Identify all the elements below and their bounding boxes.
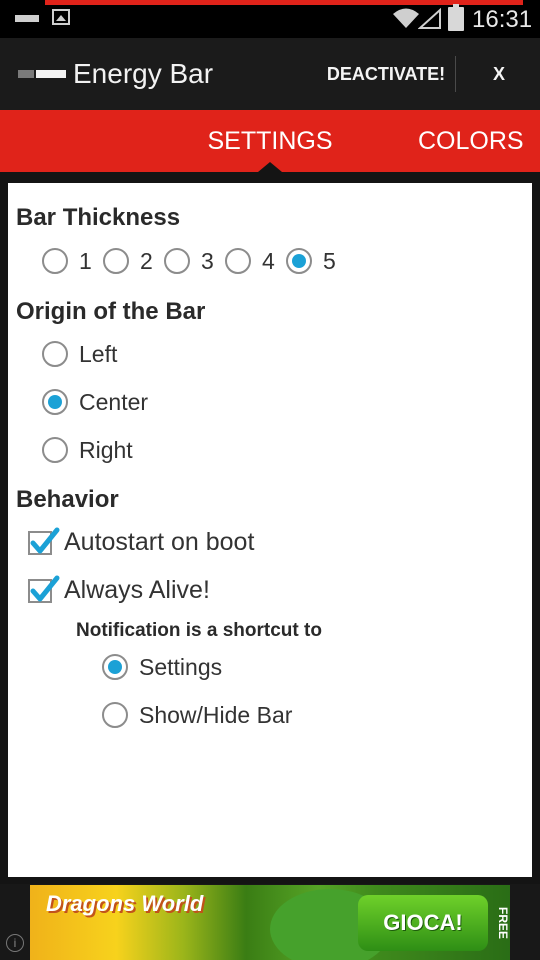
thickness-radio-1[interactable] xyxy=(42,248,68,274)
autostart-label: Autostart on boot xyxy=(64,528,255,556)
ad-info-icon[interactable]: i xyxy=(6,934,24,952)
status-progress-bar xyxy=(45,0,523,5)
settings-panel: Bar Thickness 1 2 3 4 5 Origin of the Ba… xyxy=(8,183,532,877)
checkmark-icon xyxy=(30,527,60,554)
deactivate-button[interactable]: DEACTIVATE! xyxy=(316,38,456,110)
cell-signal-icon xyxy=(418,8,441,29)
ad-free-badge: FREE xyxy=(496,906,510,939)
origin-label-right: Right xyxy=(79,437,133,463)
action-bar: Energy Bar DEACTIVATE! X xyxy=(0,38,540,110)
app-title: Energy Bar xyxy=(73,58,214,89)
origin-radio-right[interactable] xyxy=(42,437,68,463)
origin-label-left: Left xyxy=(79,341,118,367)
status-time: 16:31 xyxy=(472,6,533,33)
notification-shortcut-heading: Notification is a shortcut to xyxy=(76,620,322,641)
origin-radio-center[interactable] xyxy=(42,389,68,415)
action-bar-divider xyxy=(455,56,456,92)
thickness-radio-4[interactable] xyxy=(225,248,251,274)
wifi-icon xyxy=(393,8,419,28)
energy-bar-logo-icon xyxy=(18,70,66,78)
ad-cta-button[interactable]: GIOCA! xyxy=(358,895,488,951)
ad-bar: i Dragons World GIOCA! FREE xyxy=(0,884,540,960)
origin-radio-left[interactable] xyxy=(42,341,68,367)
tab-colors[interactable]: COLORS xyxy=(418,110,540,172)
status-bar: 16:31 xyxy=(0,0,540,38)
picture-icon xyxy=(52,9,70,25)
battery-icon xyxy=(448,4,464,31)
always-alive-checkbox[interactable] xyxy=(28,575,60,603)
notification-radio-show-hide[interactable] xyxy=(102,702,128,728)
notification-label-show-hide: Show/Hide Bar xyxy=(139,702,293,728)
always-alive-label: Always Alive! xyxy=(64,576,210,604)
ad-banner[interactable]: Dragons World GIOCA! FREE xyxy=(30,885,510,960)
thickness-label-5: 5 xyxy=(323,248,336,274)
origin-heading: Origin of the Bar xyxy=(16,298,206,325)
autostart-checkbox[interactable] xyxy=(28,527,60,555)
notification-label-settings: Settings xyxy=(139,654,223,680)
notification-radio-settings[interactable] xyxy=(102,654,128,680)
battery-saver-icon xyxy=(15,15,39,22)
thickness-label-1: 1 xyxy=(79,248,92,274)
selected-tab-indicator xyxy=(258,162,282,172)
thickness-label-4: 4 xyxy=(262,248,275,274)
thickness-label-3: 3 xyxy=(201,248,214,274)
bar-thickness-heading: Bar Thickness xyxy=(16,204,181,231)
thickness-radio-5[interactable] xyxy=(286,248,312,274)
thickness-radio-3[interactable] xyxy=(164,248,190,274)
thickness-radio-2[interactable] xyxy=(103,248,129,274)
thickness-label-2: 2 xyxy=(140,248,153,274)
close-button[interactable]: X xyxy=(458,38,540,110)
ad-brand-logo: Dragons World xyxy=(46,891,204,916)
checkmark-icon xyxy=(30,575,60,602)
origin-label-center: Center xyxy=(79,389,149,415)
behavior-heading: Behavior xyxy=(16,486,119,513)
